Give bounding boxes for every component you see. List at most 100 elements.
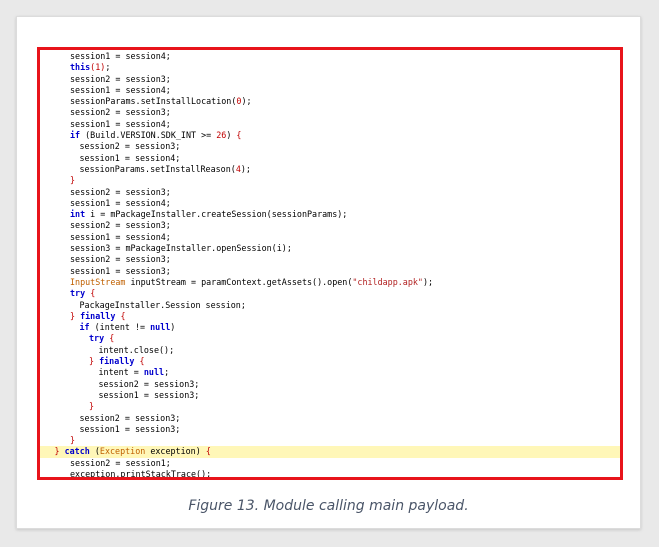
code-line: } finally {: [44, 356, 616, 367]
code-token: {: [236, 130, 242, 141]
code-token: session1 = session4;: [70, 231, 171, 242]
code-line: session2 = session3;: [44, 187, 616, 198]
code-token: session2 = session3;: [79, 141, 181, 152]
code-token: session1 = session3;: [70, 265, 171, 276]
code-line: try {: [44, 288, 616, 299]
code-token: if: [79, 322, 90, 333]
code-line: } finally {: [44, 311, 616, 322]
code-token: try: [70, 288, 86, 299]
code-token: session1 = session4;: [70, 84, 171, 95]
code-token: exception): [145, 446, 206, 457]
code-token: intent.close();: [98, 344, 175, 355]
code-token: session2 = session3;: [79, 412, 181, 423]
code-line: try {: [44, 333, 616, 344]
code-line: session1 = session3;: [44, 390, 616, 401]
code-token: ;: [105, 62, 111, 73]
code-token: try: [89, 333, 105, 344]
code-token: ): [170, 322, 176, 333]
code-token: }: [89, 401, 95, 412]
code-token: InputStream: [70, 276, 126, 287]
code-token: intent =: [98, 367, 144, 378]
code-line: if (Build.VERSION.SDK_INT >= 26) {: [44, 130, 616, 141]
code-token: session2 = session3;: [70, 254, 171, 265]
code-token: int: [70, 209, 86, 220]
code-line: session2 = session3;: [44, 107, 616, 118]
code-line: int i = mPackageInstaller.createSession(…: [44, 209, 616, 220]
code-line: session2 = session3;: [44, 74, 616, 85]
code-line: session2 = session3;: [44, 413, 616, 424]
code-token: (intent !=: [89, 322, 151, 333]
code-token: 26: [216, 130, 227, 141]
code-token: inputStream = paramContext.getAssets().o…: [125, 276, 353, 287]
code-token: );: [240, 163, 251, 174]
code-token: }: [70, 175, 76, 186]
code-token: null: [150, 322, 171, 333]
code-line: session1 = session3;: [44, 266, 616, 277]
figure-card: session1 = session4; this(1); session2 = s…: [16, 16, 641, 529]
code-line: session1 = session3;: [44, 424, 616, 435]
code-token: );: [241, 96, 252, 107]
code-line: }: [44, 435, 616, 446]
code-line: session1 = session4;: [44, 232, 616, 243]
code-token: session2 = session3;: [98, 378, 200, 389]
code-line: session1 = session4;: [44, 85, 616, 96]
code-token: ): [226, 130, 237, 141]
code-line: sessionParams.setInstallLocation(0);: [44, 96, 616, 107]
code-line: PackageInstaller.Session session;: [44, 300, 616, 311]
code-token: );: [422, 276, 434, 287]
code-line: sessionParams.setInstallReason(4);: [44, 164, 616, 175]
code-token: }: [70, 435, 76, 446]
code-token: session2 = session3;: [70, 186, 171, 197]
code-token: i = mPackageInstaller.createSession(sess…: [85, 209, 348, 220]
code-line: session2 = session3;: [44, 141, 616, 152]
code-line: }: [44, 175, 616, 186]
code-token: catch: [64, 446, 90, 457]
code-token: finally: [80, 310, 116, 321]
code-token: session1 = session4;: [70, 118, 171, 129]
code-token: session2 = session3;: [70, 107, 171, 118]
code-token: PackageInstaller.Session session;: [79, 299, 246, 310]
code-token: {: [205, 446, 211, 457]
code-token: {: [90, 288, 96, 299]
code-token: sessionParams.setInstallLocation(: [70, 96, 237, 107]
code-token: null: [143, 367, 165, 378]
code-token: session2 = session3;: [70, 73, 171, 84]
code-token: session2 = session3;: [70, 220, 171, 231]
code-line: } catch (Exception exception) {: [40, 446, 620, 458]
code-line: }: [44, 401, 616, 412]
code-token: {: [139, 356, 145, 367]
code-token: {: [109, 333, 115, 344]
code-token: ;: [164, 367, 170, 378]
code-token: sessionParams.setInstallReason(: [79, 163, 236, 174]
code-line: session2 = session3;: [44, 254, 616, 265]
code-line: session2 = session1;: [44, 458, 616, 469]
code-line: session3 = mPackageInstaller.openSession…: [44, 243, 616, 254]
code-token: session1 = session4;: [70, 197, 171, 208]
code-line: session2 = session3;: [44, 220, 616, 231]
code-token: session3 = mPackageInstaller.openSession…: [70, 243, 292, 254]
code-token: {: [120, 310, 126, 321]
code-listing: session1 = session4; this(1); session2 = s…: [40, 51, 620, 477]
code-token: session1 = session3;: [98, 389, 200, 400]
code-line: if (intent != null): [44, 322, 616, 333]
code-token: (: [89, 446, 100, 457]
code-line: session1 = session4;: [44, 51, 616, 62]
code-line: exception.printStackTrace();: [44, 469, 616, 477]
code-token: finally: [99, 356, 135, 367]
code-line: this(1);: [44, 62, 616, 73]
figure-caption: Figure 13. Module calling main payload.: [188, 498, 469, 514]
code-token: session1 = session3;: [79, 423, 181, 434]
code-line: session1 = session4;: [44, 198, 616, 209]
code-line: session2 = session3;: [44, 379, 616, 390]
code-token: session2 = session1;: [70, 457, 171, 468]
code-line: InputStream inputStream = paramContext.g…: [44, 277, 616, 288]
code-token: this: [70, 62, 91, 73]
code-line: intent = null;: [44, 367, 616, 378]
code-token: session1 = session4;: [79, 152, 181, 163]
code-screenshot-frame: session1 = session4; this(1); session2 = s…: [37, 47, 623, 480]
code-token: Exception: [99, 446, 146, 457]
code-token: if: [70, 130, 81, 141]
code-line: session1 = session4;: [44, 119, 616, 130]
code-token: session1 = session4;: [70, 51, 171, 61]
code-token: (Build.VERSION.SDK_INT >=: [80, 130, 217, 141]
